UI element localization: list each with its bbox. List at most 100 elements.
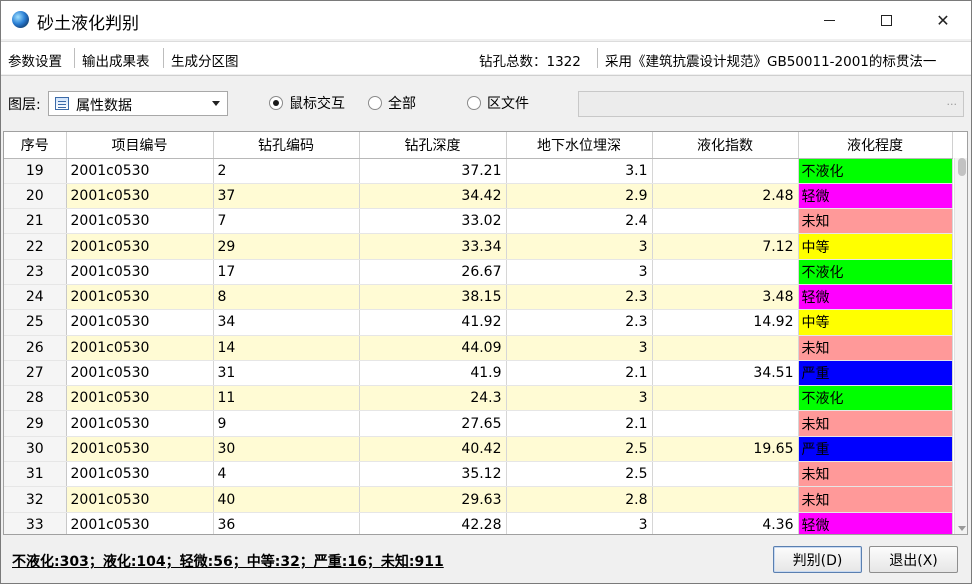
hole-code-cell[interactable]: 4 — [213, 461, 360, 488]
column-header[interactable]: 序号 — [4, 132, 67, 159]
hole-depth-cell[interactable]: 42.28 — [359, 512, 507, 534]
index-cell[interactable]: 27 — [4, 360, 67, 387]
liquefaction-index-cell[interactable] — [652, 461, 799, 488]
radio-all[interactable]: 全部 — [368, 93, 416, 113]
project-id-cell[interactable]: 2001c0530 — [66, 158, 214, 184]
index-cell[interactable]: 28 — [4, 385, 67, 412]
menu-generate-zone-map[interactable]: 生成分区图 — [171, 50, 239, 70]
close-button[interactable]: ✕ — [915, 1, 971, 39]
column-header[interactable]: 地下水位埋深 — [506, 132, 653, 159]
table-row[interactable]: 26 2001c0530 14 44.09 3 未知 — [4, 335, 953, 361]
project-id-cell[interactable]: 2001c0530 — [66, 486, 214, 513]
liquefaction-level-cell[interactable]: 不液化 — [798, 259, 953, 285]
index-cell[interactable]: 33 — [4, 512, 67, 534]
index-cell[interactable]: 30 — [4, 436, 67, 463]
table-row[interactable]: 31 2001c0530 4 35.12 2.5 未知 — [4, 461, 953, 488]
water-depth-cell[interactable]: 3 — [506, 385, 653, 412]
water-depth-cell[interactable]: 2.5 — [506, 436, 653, 463]
project-id-cell[interactable]: 2001c0530 — [66, 284, 214, 311]
liquefaction-index-cell[interactable] — [652, 208, 799, 235]
index-cell[interactable]: 26 — [4, 335, 67, 361]
table-row[interactable]: 23 2001c0530 17 26.67 3 不液化 — [4, 259, 953, 285]
layer-dropdown[interactable]: 属性数据 — [48, 91, 228, 116]
liquefaction-level-cell[interactable]: 不液化 — [798, 158, 953, 184]
column-header[interactable]: 项目编号 — [66, 132, 214, 159]
water-depth-cell[interactable]: 3.1 — [506, 158, 653, 184]
project-id-cell[interactable]: 2001c0530 — [66, 309, 214, 336]
hole-code-cell[interactable]: 29 — [213, 233, 360, 260]
hole-code-cell[interactable]: 17 — [213, 259, 360, 285]
liquefaction-index-cell[interactable] — [652, 335, 799, 361]
table-row[interactable]: 20 2001c0530 37 34.42 2.9 2.48 轻微 — [4, 183, 953, 210]
exit-button[interactable]: 退出(X) — [869, 546, 958, 573]
index-cell[interactable]: 24 — [4, 284, 67, 311]
liquefaction-level-cell[interactable]: 未知 — [798, 208, 953, 235]
project-id-cell[interactable]: 2001c0530 — [66, 436, 214, 463]
column-header[interactable]: 钻孔编码 — [213, 132, 360, 159]
hole-code-cell[interactable]: 11 — [213, 385, 360, 412]
project-id-cell[interactable]: 2001c0530 — [66, 335, 214, 361]
hole-depth-cell[interactable]: 38.15 — [359, 284, 507, 311]
table-row[interactable]: 19 2001c0530 2 37.21 3.1 不液化 — [4, 158, 953, 184]
liquefaction-index-cell[interactable] — [652, 158, 799, 184]
liquefaction-level-cell[interactable]: 轻微 — [798, 183, 953, 210]
liquefaction-index-cell[interactable]: 2.48 — [652, 183, 799, 210]
column-header[interactable]: 液化程度 — [798, 132, 953, 159]
index-cell[interactable]: 22 — [4, 233, 67, 260]
project-id-cell[interactable]: 2001c0530 — [66, 208, 214, 235]
judge-button[interactable]: 判别(D) — [773, 546, 862, 573]
water-depth-cell[interactable]: 2.5 — [506, 461, 653, 488]
hole-code-cell[interactable]: 30 — [213, 436, 360, 463]
index-cell[interactable]: 23 — [4, 259, 67, 285]
hole-code-cell[interactable]: 31 — [213, 360, 360, 387]
water-depth-cell[interactable]: 3 — [506, 335, 653, 361]
table-row[interactable]: 28 2001c0530 11 24.3 3 不液化 — [4, 385, 953, 412]
index-cell[interactable]: 29 — [4, 410, 67, 437]
water-depth-cell[interactable]: 3 — [506, 233, 653, 260]
table-row[interactable]: 21 2001c0530 7 33.02 2.4 未知 — [4, 208, 953, 235]
water-depth-cell[interactable]: 2.3 — [506, 284, 653, 311]
hole-depth-cell[interactable]: 24.3 — [359, 385, 507, 412]
radio-zone-file[interactable]: 区文件 — [467, 93, 529, 113]
liquefaction-index-cell[interactable] — [652, 410, 799, 437]
liquefaction-level-cell[interactable]: 严重 — [798, 436, 953, 463]
maximize-button[interactable] — [858, 1, 914, 39]
table-row[interactable]: 25 2001c0530 34 41.92 2.3 14.92 中等 — [4, 309, 953, 336]
project-id-cell[interactable]: 2001c0530 — [66, 461, 214, 488]
hole-depth-cell[interactable]: 41.9 — [359, 360, 507, 387]
liquefaction-index-cell[interactable]: 3.48 — [652, 284, 799, 311]
liquefaction-index-cell[interactable]: 19.65 — [652, 436, 799, 463]
hole-depth-cell[interactable]: 33.34 — [359, 233, 507, 260]
scroll-down-icon[interactable] — [958, 526, 966, 531]
project-id-cell[interactable]: 2001c0530 — [66, 233, 214, 260]
liquefaction-index-cell[interactable]: 4.36 — [652, 512, 799, 534]
water-depth-cell[interactable]: 2.1 — [506, 410, 653, 437]
liquefaction-level-cell[interactable]: 未知 — [798, 461, 953, 488]
hole-code-cell[interactable]: 9 — [213, 410, 360, 437]
hole-depth-cell[interactable]: 26.67 — [359, 259, 507, 285]
project-id-cell[interactable]: 2001c0530 — [66, 512, 214, 534]
vertical-scrollbar[interactable] — [954, 158, 967, 534]
hole-depth-cell[interactable]: 40.42 — [359, 436, 507, 463]
index-cell[interactable]: 25 — [4, 309, 67, 336]
radio-mouse-interaction[interactable]: 鼠标交互 — [269, 93, 345, 113]
project-id-cell[interactable]: 2001c0530 — [66, 183, 214, 210]
hole-depth-cell[interactable]: 29.63 — [359, 486, 507, 513]
scrollbar-thumb[interactable] — [958, 158, 966, 176]
table-row[interactable]: 33 2001c0530 36 42.28 3 4.36 轻微 — [4, 512, 953, 534]
table-row[interactable]: 22 2001c0530 29 33.34 3 7.12 中等 — [4, 233, 953, 260]
zone-file-input[interactable]: ... — [578, 91, 964, 117]
menu-export-results[interactable]: 输出成果表 — [82, 50, 150, 70]
minimize-button[interactable] — [801, 1, 857, 39]
water-depth-cell[interactable]: 2.4 — [506, 208, 653, 235]
liquefaction-level-cell[interactable]: 不液化 — [798, 385, 953, 412]
hole-code-cell[interactable]: 2 — [213, 158, 360, 184]
hole-code-cell[interactable]: 34 — [213, 309, 360, 336]
liquefaction-index-cell[interactable] — [652, 486, 799, 513]
liquefaction-level-cell[interactable]: 未知 — [798, 410, 953, 437]
liquefaction-index-cell[interactable]: 34.51 — [652, 360, 799, 387]
column-header[interactable]: 液化指数 — [652, 132, 799, 159]
index-cell[interactable]: 20 — [4, 183, 67, 210]
liquefaction-level-cell[interactable]: 轻微 — [798, 512, 953, 534]
hole-code-cell[interactable]: 36 — [213, 512, 360, 534]
